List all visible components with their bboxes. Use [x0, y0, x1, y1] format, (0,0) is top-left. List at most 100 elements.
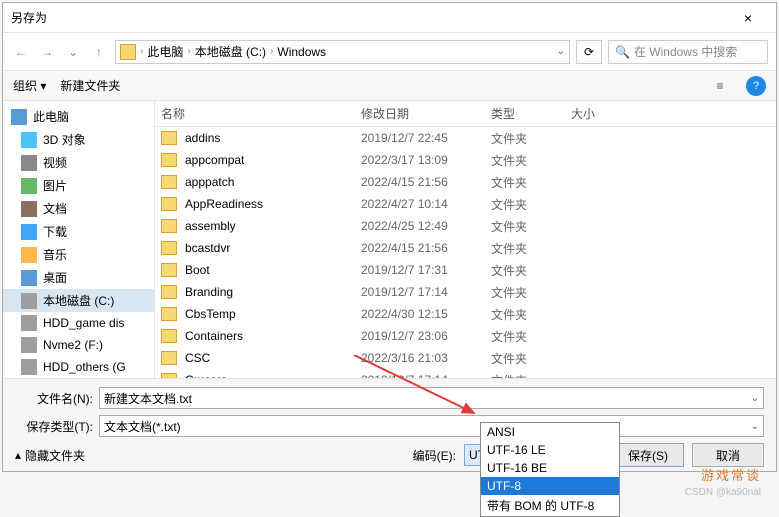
- drive-icon: [21, 293, 37, 309]
- chevron-down-icon[interactable]: ⌄: [557, 46, 565, 57]
- file-date: 2022/4/27 10:14: [361, 197, 491, 211]
- file-date: 2019/12/7 17:31: [361, 263, 491, 277]
- file-list[interactable]: addins2019/12/7 22:45文件夹appcompat2022/3/…: [155, 127, 776, 378]
- back-icon[interactable]: ←: [11, 42, 31, 62]
- breadcrumb-item[interactable]: Windows: [277, 45, 326, 59]
- refresh-icon[interactable]: ⟳: [576, 40, 602, 64]
- encoding-option[interactable]: 带有 BOM 的 UTF-8: [481, 495, 619, 516]
- sidebar-item-label: 图片: [43, 177, 67, 194]
- filetype-select[interactable]: 文本文档(*.txt) ⌄: [99, 415, 764, 437]
- sidebar-item[interactable]: 桌面: [3, 266, 154, 289]
- folder-icon: [161, 153, 177, 167]
- search-input[interactable]: 🔍 在 Windows 中搜索: [608, 40, 768, 64]
- watermark: 游戏常谈: [701, 465, 761, 484]
- file-row[interactable]: assembly2022/4/25 12:49文件夹: [155, 215, 776, 237]
- file-row[interactable]: bcastdvr2022/4/15 21:56文件夹: [155, 237, 776, 259]
- chevron-up-icon: ▴: [15, 448, 21, 462]
- file-row[interactable]: addins2019/12/7 22:45文件夹: [155, 127, 776, 149]
- file-date: 2019/12/7 17:14: [361, 285, 491, 299]
- col-type[interactable]: 类型: [491, 105, 571, 122]
- drive-icon: [21, 337, 37, 353]
- breadcrumb-item[interactable]: 本地磁盘 (C:): [195, 43, 266, 60]
- file-row[interactable]: Branding2019/12/7 17:14文件夹: [155, 281, 776, 303]
- breadcrumb[interactable]: › 此电脑 › 本地磁盘 (C:) › Windows ⌄: [115, 40, 570, 64]
- sidebar-item-label: HDD_others (G: [43, 360, 126, 374]
- new-folder-button[interactable]: 新建文件夹: [60, 77, 120, 94]
- sidebar-item-label: 文档: [43, 200, 67, 217]
- chevron-down-icon[interactable]: ⌄: [751, 393, 759, 404]
- sidebar-item[interactable]: 图片: [3, 174, 154, 197]
- file-row[interactable]: appcompat2022/3/17 13:09文件夹: [155, 149, 776, 171]
- file-type: 文件夹: [491, 240, 571, 257]
- encoding-dropdown[interactable]: ANSIUTF-16 LEUTF-16 BEUTF-8带有 BOM 的 UTF-…: [480, 422, 620, 517]
- file-row[interactable]: apppatch2022/4/15 21:56文件夹: [155, 171, 776, 193]
- file-name: CbsTemp: [185, 307, 361, 321]
- file-type: 文件夹: [491, 262, 571, 279]
- chevron-down-icon[interactable]: ⌄: [751, 421, 759, 432]
- drive-icon: [21, 270, 37, 286]
- encoding-option[interactable]: ANSI: [481, 423, 619, 441]
- sidebar-item[interactable]: Nvme2 (F:): [3, 334, 154, 356]
- sidebar-item-label: 视频: [43, 154, 67, 171]
- file-row[interactable]: AppReadiness2022/4/27 10:14文件夹: [155, 193, 776, 215]
- folder-icon: [161, 219, 177, 233]
- close-icon[interactable]: ×: [728, 10, 768, 26]
- sidebar-item[interactable]: 视频: [3, 151, 154, 174]
- file-date: 2022/4/30 12:15: [361, 307, 491, 321]
- file-type: 文件夹: [491, 306, 571, 323]
- cancel-button[interactable]: 取消: [692, 443, 764, 467]
- forward-icon[interactable]: →: [37, 42, 57, 62]
- organize-button[interactable]: 组织 ▾: [13, 77, 46, 94]
- sidebar-item-label: 3D 对象: [43, 131, 86, 148]
- sidebar-item[interactable]: 3D 对象: [3, 128, 154, 151]
- file-row[interactable]: CbsTemp2022/4/30 12:15文件夹: [155, 303, 776, 325]
- search-placeholder: 在 Windows 中搜索: [634, 43, 737, 60]
- sidebar-item-label: 本地磁盘 (C:): [43, 292, 114, 309]
- sidebar-item-label: 下载: [43, 223, 67, 240]
- sidebar-item[interactable]: 下载: [3, 220, 154, 243]
- file-row[interactable]: Boot2019/12/7 17:31文件夹: [155, 259, 776, 281]
- folder-icon: [161, 263, 177, 277]
- file-name: Boot: [185, 263, 361, 277]
- save-as-dialog: 另存为 × ← → ⌄ ↑ › 此电脑 › 本地磁盘 (C:) › Window…: [2, 2, 777, 472]
- sidebar-item[interactable]: 文档: [3, 197, 154, 220]
- file-name: appcompat: [185, 153, 361, 167]
- col-size[interactable]: 大小: [571, 105, 631, 122]
- drive-icon: [21, 315, 37, 331]
- watermark-sub: CSDN @ka90nal: [685, 487, 761, 498]
- search-icon: 🔍: [615, 45, 630, 59]
- file-type: 文件夹: [491, 350, 571, 367]
- history-dropdown-icon[interactable]: ⌄: [63, 42, 83, 62]
- sidebar-item[interactable]: 此电脑: [3, 105, 154, 128]
- breadcrumb-item[interactable]: 此电脑: [147, 43, 183, 60]
- view-icon[interactable]: ≡: [708, 76, 732, 96]
- sidebar-item[interactable]: HDD_game dis: [3, 312, 154, 334]
- sidebar-item[interactable]: HDD_others (G: [3, 356, 154, 378]
- file-row[interactable]: Containers2019/12/7 23:06文件夹: [155, 325, 776, 347]
- sidebar-item[interactable]: 音乐: [3, 243, 154, 266]
- drive-icon: [21, 224, 37, 240]
- up-icon[interactable]: ↑: [89, 42, 109, 62]
- sidebar-item[interactable]: 本地磁盘 (C:): [3, 289, 154, 312]
- file-type: 文件夹: [491, 174, 571, 191]
- sidebar: 此电脑 3D 对象视频图片文档下载音乐桌面本地磁盘 (C:) HDD_game di…: [3, 101, 155, 378]
- help-icon[interactable]: ?: [746, 76, 766, 96]
- encoding-option[interactable]: UTF-8: [481, 477, 619, 495]
- file-name: Branding: [185, 285, 361, 299]
- hide-folders-toggle[interactable]: ▴ 隐藏文件夹: [15, 447, 85, 464]
- filename-input[interactable]: 新建文本文档.txt ⌄: [99, 387, 764, 409]
- folder-icon: [161, 175, 177, 189]
- col-name[interactable]: 名称: [161, 105, 361, 122]
- folder-icon: [161, 307, 177, 321]
- filetype-label: 保存类型(T):: [15, 418, 93, 435]
- content: 此电脑 3D 对象视频图片文档下载音乐桌面本地磁盘 (C:) HDD_game di…: [3, 101, 776, 378]
- encoding-option[interactable]: UTF-16 LE: [481, 441, 619, 459]
- save-button[interactable]: 保存(S): [612, 443, 684, 467]
- col-date[interactable]: 修改日期: [361, 105, 491, 122]
- encoding-option[interactable]: UTF-16 BE: [481, 459, 619, 477]
- file-row[interactable]: Cursors2019/12/7 17:14文件夹: [155, 369, 776, 378]
- column-headers: 名称 修改日期 类型 大小: [155, 101, 776, 127]
- file-name: addins: [185, 131, 361, 145]
- file-date: 2022/3/16 21:03: [361, 351, 491, 365]
- file-row[interactable]: CSC2022/3/16 21:03文件夹: [155, 347, 776, 369]
